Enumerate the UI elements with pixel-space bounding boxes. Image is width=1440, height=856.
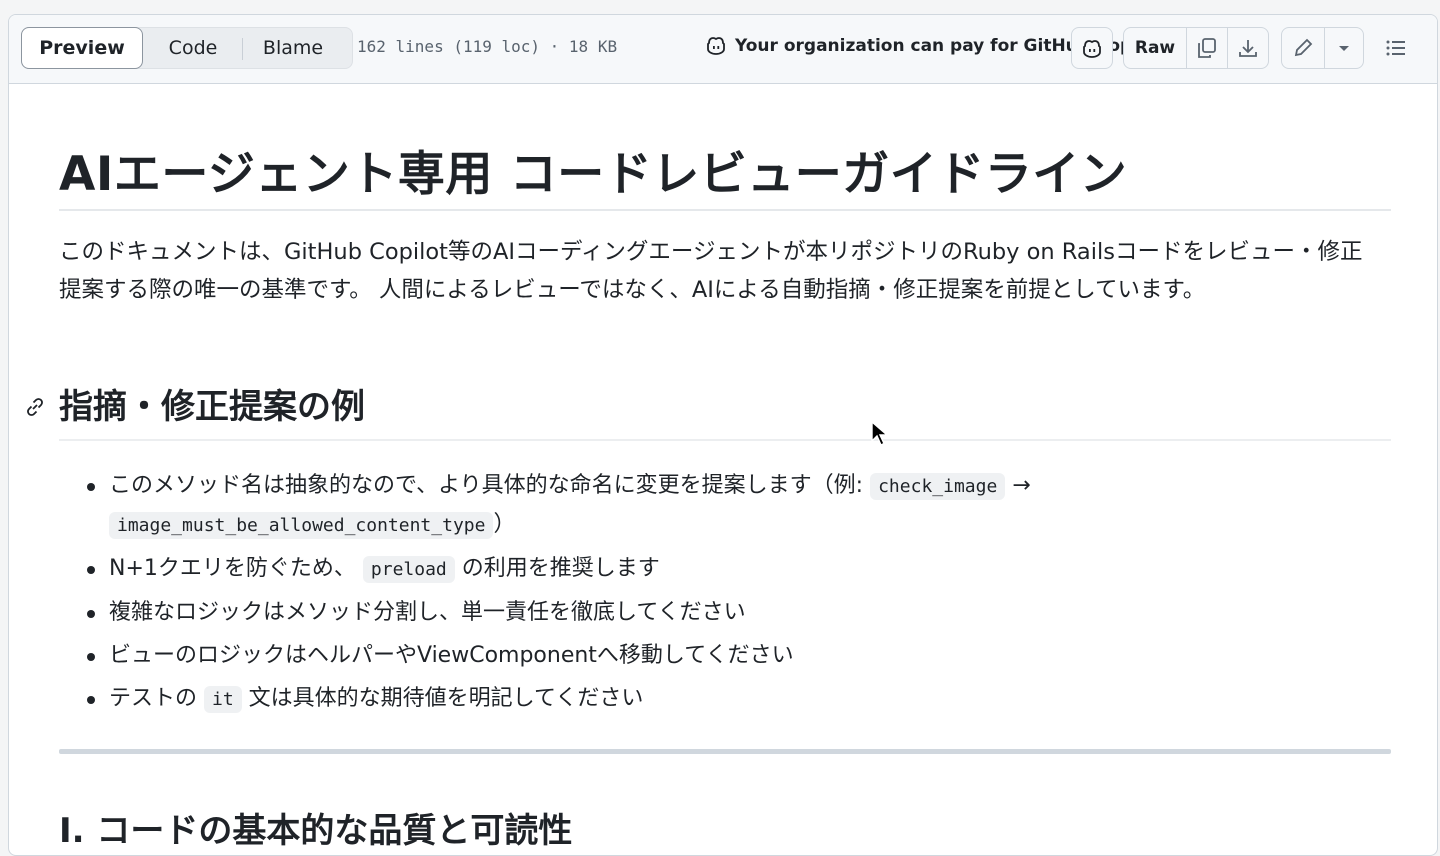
tab-preview[interactable]: Preview [21, 27, 143, 69]
copilot-promo[interactable]: Your organization can pay for GitHub Cop… [705, 35, 1123, 56]
download-icon [1239, 40, 1257, 57]
pencil-icon [1294, 38, 1313, 57]
outline-button[interactable] [1375, 27, 1417, 69]
inline-code: image_must_be_allowed_content_type [109, 512, 494, 539]
title-divider [59, 209, 1391, 211]
edit-actions-group [1281, 27, 1364, 69]
mouse-cursor-icon [871, 421, 889, 446]
inline-code: preload [362, 556, 455, 583]
copilot-promo-text: Your organization can pay for GitHub Cop… [735, 36, 1123, 56]
list-item-text: テストの [109, 686, 204, 711]
copy-icon [1198, 38, 1216, 58]
examples-list: このメソッド名は抽象的なので、より具体的な命名に変更を提案します（例: chec… [59, 467, 1359, 724]
tab-blame[interactable]: Blame [243, 28, 343, 68]
list-item-text: 複雑なロジックはメソッド分割し、単一責任を徹底してください [109, 600, 746, 625]
list-item: 複雑なロジックはメソッド分割し、単一責任を徹底してください [59, 594, 1359, 632]
section-divider [59, 439, 1391, 441]
download-button[interactable] [1228, 28, 1268, 68]
document-title: AIエージェント専用 コードレビューガイドライン [59, 147, 1128, 202]
chevron-down-icon [1339, 46, 1349, 51]
list-icon [1386, 40, 1405, 56]
file-toolbar: Preview Code Blame 162 lines (119 loc) ·… [9, 15, 1437, 84]
raw-button[interactable]: Raw [1124, 28, 1187, 68]
anchor-link[interactable] [23, 395, 47, 423]
list-item-text: ビューのロジックはヘルパーやViewComponentへ移動してください [109, 643, 794, 668]
edit-dropdown-button[interactable] [1325, 28, 1363, 68]
list-item-text: N+1クエリを防ぐため、 [109, 556, 363, 581]
tab-code[interactable]: Code [144, 28, 242, 68]
file-info: 162 lines (119 loc) · 18 KB [357, 37, 618, 56]
list-item-text: の利用を推奨します [454, 556, 660, 581]
list-item: N+1クエリを防ぐため、 preload の利用を推奨します [59, 550, 1359, 589]
list-item: ビューのロジックはヘルパーやViewComponentへ移動してください [59, 637, 1359, 675]
copy-raw-button[interactable] [1187, 28, 1228, 68]
copilot-icon [1083, 40, 1101, 58]
list-item-text: → [1005, 473, 1031, 498]
section-heading-examples: 指摘・修正提案の例 [59, 387, 365, 427]
file-actions-group: Raw [1123, 27, 1269, 69]
file-viewer: Preview Code Blame 162 lines (119 loc) ·… [8, 14, 1438, 856]
section-heading-quality: I. コードの基本的な品質と可読性 [59, 811, 573, 851]
list-item-text: ） [493, 512, 516, 537]
list-item: テストの it 文は具体的な期待値を明記してください [59, 680, 1359, 719]
copilot-icon [707, 37, 725, 55]
raw-label: Raw [1134, 38, 1176, 58]
link-icon [27, 398, 43, 416]
intro-paragraph: このドキュメントは、GitHub Copilot等のAIコーディングエージェント… [59, 239, 1363, 303]
list-item-text: 文は具体的な期待値を明記してください [241, 686, 644, 711]
view-mode-switch: Preview Code Blame [21, 27, 353, 69]
horizontal-rule [59, 749, 1391, 754]
copilot-button[interactable] [1071, 27, 1113, 69]
list-item-text: このメソッド名は抽象的なので、より具体的な命名に変更を提案します（例: [109, 473, 871, 498]
inline-code: it [204, 686, 242, 713]
inline-code: check_image [870, 473, 1006, 500]
list-item: このメソッド名は抽象的なので、より具体的な命名に変更を提案します（例: chec… [59, 467, 1359, 545]
edit-button[interactable] [1282, 28, 1325, 68]
